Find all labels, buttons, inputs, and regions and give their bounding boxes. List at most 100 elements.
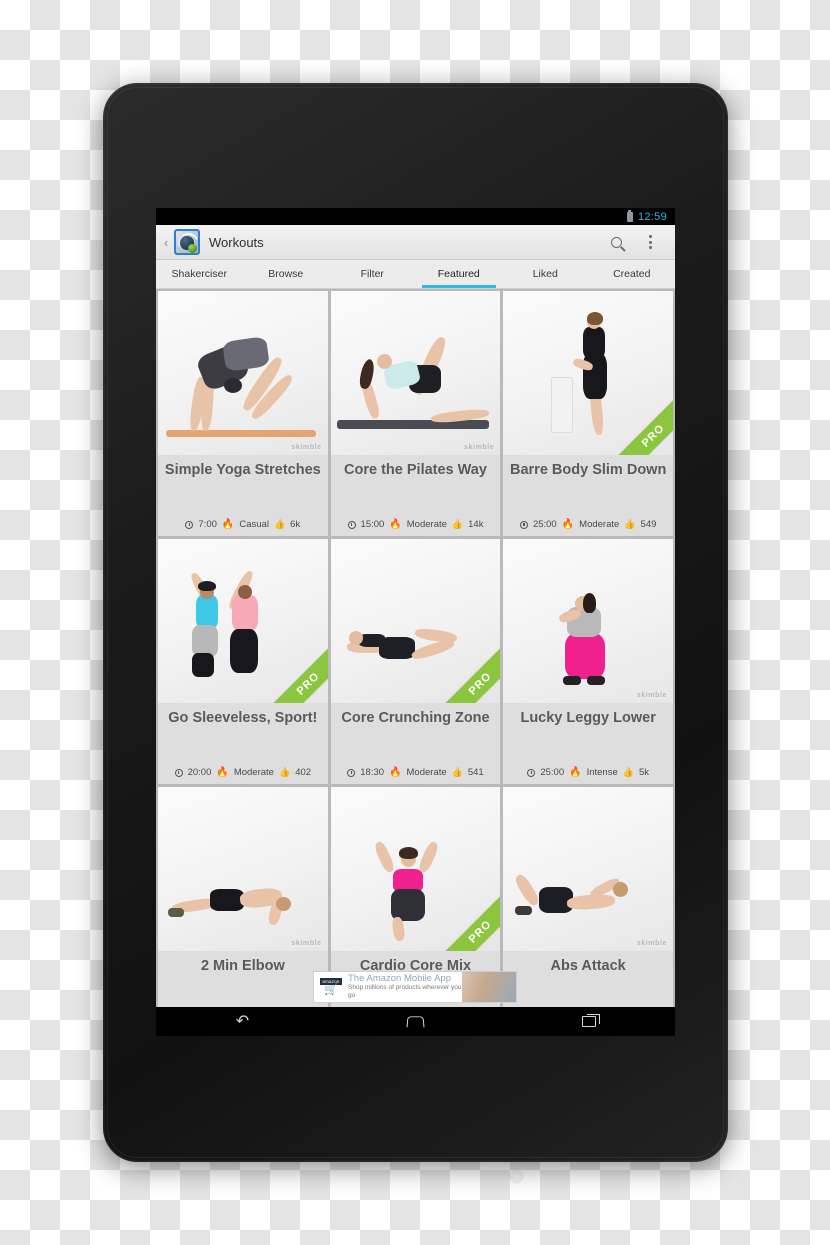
workout-title: Barre Body Slim Down xyxy=(503,455,673,519)
workout-title: Go Sleeveless, Sport! xyxy=(158,703,328,767)
search-button[interactable] xyxy=(599,225,633,260)
workout-meta: 7:00 🔥 Casual 👍 6k xyxy=(158,519,328,536)
workout-grid: skimble Simple Yoga Stretches 7:00 🔥 Cas… xyxy=(156,289,675,1007)
thumbs-up-icon: 👍 xyxy=(278,767,291,777)
workout-title: Lucky Leggy Lower xyxy=(503,703,673,767)
workout-thumbnail: skimble xyxy=(503,539,673,703)
shopping-cart-icon: 🛒 xyxy=(324,984,338,996)
workout-duration: 25:00 xyxy=(532,519,557,530)
tab-browse[interactable]: Browse xyxy=(243,260,330,288)
workout-intensity: Intense xyxy=(586,767,618,778)
android-navigation-bar: ↶ xyxy=(156,1007,675,1036)
ad-copy: The Amazon Mobile App Shop millions of p… xyxy=(348,972,462,1000)
status-bar-clock: 12:59 xyxy=(637,210,667,223)
intensity-icon: 🔥 xyxy=(561,518,575,530)
up-navigation-icon[interactable]: ‹ xyxy=(164,235,173,250)
page-title: Workouts xyxy=(209,234,264,250)
workout-intensity: Moderate xyxy=(579,519,620,530)
skimble-watermark: skimble xyxy=(634,692,669,699)
workout-likes: 14k xyxy=(468,519,484,530)
status-bar: 12:59 xyxy=(156,208,675,225)
intensity-icon: 🔥 xyxy=(569,766,582,778)
workout-meta: 15:00 🔥 Moderate 👍 14k xyxy=(330,518,501,536)
workout-intensity: Moderate xyxy=(406,767,447,778)
workout-title: Abs Attack xyxy=(503,951,673,1007)
thumbs-up-icon: 👍 xyxy=(451,767,463,777)
recents-button[interactable] xyxy=(563,1007,615,1036)
workout-meta: 20:00 🔥 Moderate 👍 402 xyxy=(158,767,328,784)
clock-icon xyxy=(174,768,183,777)
workout-thumbnail: PRO xyxy=(330,787,501,951)
workouts-app-icon[interactable] xyxy=(174,229,200,255)
thumbs-up-icon: 👍 xyxy=(273,519,286,529)
intensity-icon: 🔥 xyxy=(389,518,402,530)
intensity-icon: 🔥 xyxy=(221,518,235,530)
home-button[interactable] xyxy=(390,1007,442,1036)
tablet-screen: 12:59 ‹ Workouts Shakerciser Browse Filt… xyxy=(156,208,675,1036)
skimble-watermark: skimble xyxy=(462,444,497,451)
workout-thumbnail: skimble xyxy=(158,291,328,455)
workout-likes: 549 xyxy=(640,519,657,530)
workout-meta: 18:30 🔥 Moderate 👍 541 xyxy=(330,766,501,784)
workout-duration: 25:00 xyxy=(540,767,565,778)
workout-thumbnail: PRO xyxy=(158,539,328,703)
thumbs-up-icon: 👍 xyxy=(451,519,464,529)
skimble-watermark: skimble xyxy=(289,444,324,451)
clock-icon xyxy=(519,520,528,529)
action-bar: ‹ Workouts xyxy=(156,225,675,260)
amazon-ad-banner[interactable]: amazon 🛒 The Amazon Mobile App Shop mill… xyxy=(313,971,517,1003)
clock-icon xyxy=(347,768,356,777)
tab-created[interactable]: Created xyxy=(589,260,676,288)
workout-card[interactable]: skimble Simple Yoga Stretches 7:00 🔥 Cas… xyxy=(158,291,328,536)
skimble-watermark: skimble xyxy=(634,940,669,947)
pro-badge: PRO xyxy=(264,640,328,703)
thumbs-up-icon: 👍 xyxy=(624,519,636,529)
workout-card[interactable]: PRO Core Crunching Zone 18:30 🔥 Moderate… xyxy=(330,539,501,784)
amazon-logo: amazon 🛒 xyxy=(318,974,344,1000)
tab-bar: Shakerciser Browse Filter Featured Liked… xyxy=(156,260,675,289)
home-icon xyxy=(406,1016,425,1028)
workout-likes: 402 xyxy=(295,767,312,778)
workout-thumbnail: PRO xyxy=(330,539,501,703)
workout-thumbnail: PRO xyxy=(503,291,673,455)
workout-duration: 18:30 xyxy=(360,767,385,778)
thumbs-up-icon: 👍 xyxy=(622,767,634,777)
battery-icon xyxy=(626,209,633,222)
workout-title: 2 Min Elbow xyxy=(158,951,328,1007)
workout-meta: 25:00 🔥 Moderate 👍 549 xyxy=(503,519,673,536)
back-icon: ↶ xyxy=(235,1012,250,1030)
workout-title: Core Crunching Zone xyxy=(330,703,501,767)
workout-likes: 5k xyxy=(638,767,649,778)
tab-featured[interactable]: Featured xyxy=(416,260,503,288)
workout-duration: 15:00 xyxy=(360,519,385,530)
workout-title: Simple Yoga Stretches xyxy=(158,455,328,519)
skimble-watermark: skimble xyxy=(289,940,324,947)
recent-apps-icon xyxy=(581,1014,600,1027)
workout-card[interactable]: skimble Core the Pilates Way 15:00 🔥 Mod… xyxy=(330,291,501,536)
back-button[interactable]: ↶ xyxy=(217,1007,269,1036)
workout-intensity: Moderate xyxy=(233,767,274,778)
workout-thumbnail: skimble xyxy=(330,291,501,455)
workout-card[interactable]: skimble 2 Min Elbow xyxy=(158,787,328,1007)
overflow-menu-icon xyxy=(648,235,652,249)
workout-thumbnail: skimble xyxy=(158,787,328,951)
intensity-icon: 🔥 xyxy=(389,766,402,778)
ad-headline: The Amazon Mobile App xyxy=(348,972,451,984)
tab-filter[interactable]: Filter xyxy=(329,260,416,288)
intensity-icon: 🔥 xyxy=(216,766,229,778)
workout-thumbnail: skimble xyxy=(503,787,673,951)
ad-subline: Shop millions of products wherever you g… xyxy=(348,984,462,1000)
overflow-menu-button[interactable] xyxy=(633,225,667,260)
tab-liked[interactable]: Liked xyxy=(502,260,589,288)
workout-card[interactable]: PRO Barre Body Slim Down 25:00 🔥 Moderat… xyxy=(503,291,673,536)
tab-shakerciser[interactable]: Shakerciser xyxy=(156,260,243,288)
workout-card[interactable]: PRO Go Sleeveless, Sport! 20:00 🔥 Modera… xyxy=(158,539,328,784)
workout-duration: 7:00 xyxy=(198,519,217,530)
ad-image xyxy=(462,972,516,1002)
workout-intensity: Casual xyxy=(239,519,269,530)
workout-card[interactable]: skimble Abs Attack xyxy=(503,787,673,1007)
workout-meta: 25:00 🔥 Intense 👍 5k xyxy=(503,767,673,784)
workout-card[interactable]: skimble Lucky Leggy Lower 25:00 🔥 Intens… xyxy=(503,539,673,784)
workout-duration: 20:00 xyxy=(187,767,212,778)
clock-icon xyxy=(185,520,194,529)
